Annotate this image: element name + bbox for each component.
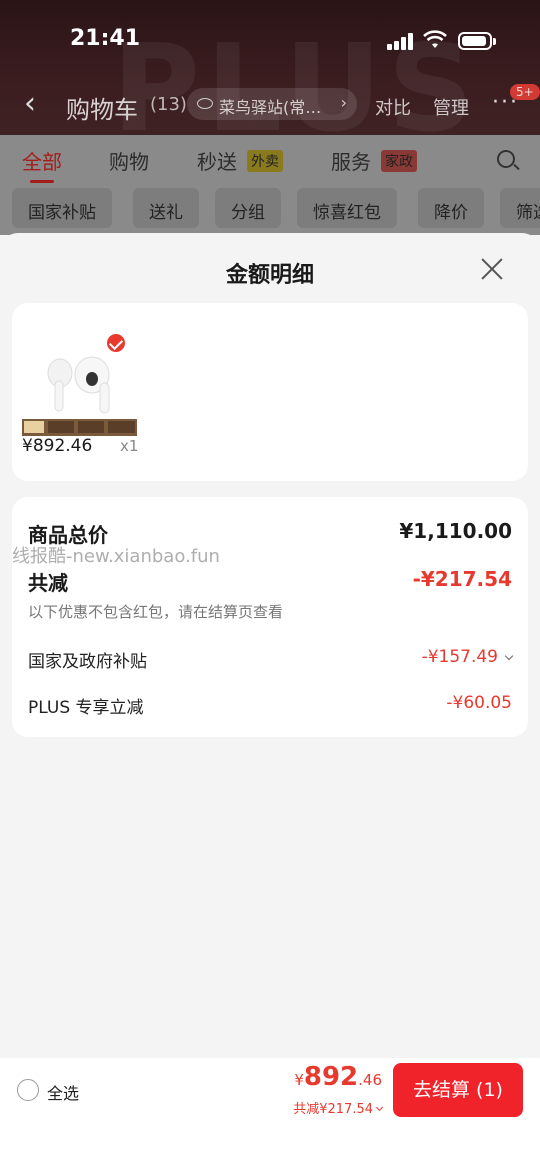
reduce-label: 共减 bbox=[28, 571, 68, 595]
reduce-value: -¥217.54 bbox=[412, 567, 512, 591]
cart-nav-bar: ‹ 购物车 (13) 菜鸟驿站(常… › 对比 管理 ··· 5+ bbox=[0, 82, 540, 128]
chip-national-subsidy[interactable]: 国家补贴 bbox=[12, 188, 112, 228]
total-value: ¥1,110.00 bbox=[399, 519, 512, 543]
chip-group[interactable]: 分组 bbox=[215, 188, 281, 228]
chip-gift[interactable]: 送礼 bbox=[133, 188, 199, 228]
chevron-down-icon bbox=[504, 651, 514, 661]
product-card: ¥892.46 x1 bbox=[12, 303, 528, 481]
wifi-icon bbox=[423, 30, 447, 48]
total-currency: ¥ bbox=[294, 1071, 304, 1089]
total-decimal: .46 bbox=[358, 1071, 382, 1089]
cart-count: (13) bbox=[150, 94, 187, 115]
saved-amount[interactable]: 共减¥217.54 bbox=[293, 1098, 384, 1117]
subsidy-value: -¥157.49 bbox=[421, 647, 498, 667]
total-integer: 892 bbox=[303, 1062, 359, 1092]
discount-note: 以下优惠不包含红包，请在结算页查看 bbox=[28, 603, 284, 621]
status-bar: 21:41 bbox=[0, 22, 540, 62]
status-time: 21:41 bbox=[70, 26, 141, 51]
tag-housekeeping: 家政 bbox=[381, 150, 417, 172]
close-icon[interactable] bbox=[478, 255, 506, 283]
selected-check-icon[interactable] bbox=[105, 332, 127, 354]
subsidy-label: 国家及政府补贴 bbox=[28, 652, 147, 672]
tab-shopping-label: 购物 bbox=[109, 150, 149, 174]
plus-discount-row: PLUS 专享立减 -¥60.05 bbox=[28, 693, 512, 718]
select-all-label[interactable]: 全选 bbox=[47, 1080, 79, 1104]
manage-button[interactable]: 管理 bbox=[433, 94, 469, 120]
select-all-radio[interactable] bbox=[17, 1079, 39, 1101]
subsidy-value-wrap: -¥157.49 bbox=[421, 647, 514, 667]
price-breakdown-card: 商品总价 ¥1,110.00 共减 -¥217.54 以下优惠不包含红包，请在结… bbox=[12, 497, 528, 737]
filter-chips: 国家补贴 送礼 分组 惊喜红包 降价 筛选 bbox=[0, 188, 540, 228]
checkout-button[interactable]: 去结算 (1) bbox=[393, 1063, 523, 1117]
back-icon[interactable]: ‹ bbox=[24, 86, 36, 121]
compare-button[interactable]: 对比 bbox=[375, 94, 411, 120]
plus-discount-value: -¥60.05 bbox=[446, 693, 512, 713]
total-price: ¥892.46 bbox=[294, 1062, 382, 1092]
sheet-title: 金额明细 bbox=[225, 263, 314, 288]
tab-all-label: 全部 bbox=[22, 150, 62, 174]
tab-active-indicator bbox=[30, 180, 54, 183]
product-quantity: x1 bbox=[120, 437, 139, 455]
page-title: 购物车 bbox=[66, 96, 138, 124]
site-watermark: 线报酷-new.xianbao.fun bbox=[12, 546, 220, 567]
chip-price-drop[interactable]: 降价 bbox=[418, 188, 484, 228]
signal-icon bbox=[387, 32, 415, 50]
header-background: PLUS 21:41 ‹ 购物车 (13) 菜鸟驿站(常… › 对比 管理 ··… bbox=[0, 0, 540, 135]
checkout-bar: 全选 ¥892.46 共减¥217.54 去结算 (1) bbox=[0, 1058, 540, 1122]
tab-shopping[interactable]: 购物 bbox=[109, 146, 149, 175]
delivery-address-selector[interactable]: 菜鸟驿站(常… › bbox=[187, 88, 357, 120]
cart-tabs: 全部 购物 秒送 外卖 服务 家政 bbox=[0, 140, 540, 183]
battery-icon bbox=[458, 32, 496, 50]
subsidy-row[interactable]: 国家及政府补贴 -¥157.49 bbox=[28, 647, 514, 672]
tab-all[interactable]: 全部 bbox=[22, 146, 62, 183]
chip-red-packet[interactable]: 惊喜红包 bbox=[297, 188, 397, 228]
search-icon[interactable] bbox=[497, 150, 515, 168]
tab-instant[interactable]: 秒送 bbox=[197, 146, 237, 175]
plus-discount-label: PLUS 专享立减 bbox=[28, 698, 144, 718]
chip-filter[interactable]: 筛选 bbox=[500, 188, 540, 228]
amount-detail-sheet: 金额明细 ¥892.46 x1 商品总价 ¥1,110.00 共减 -¥217.… bbox=[0, 233, 540, 1058]
product-price: ¥892.46 bbox=[22, 436, 93, 456]
tab-service-label: 服务 bbox=[331, 150, 371, 174]
message-badge: 5+ bbox=[510, 84, 540, 100]
station-label: 菜鸟驿站(常… bbox=[219, 98, 322, 117]
saved-amount-text: 共减¥217.54 bbox=[293, 1102, 373, 1117]
tab-service[interactable]: 服务 bbox=[331, 146, 371, 175]
eye-icon bbox=[197, 98, 213, 109]
chevron-down-icon bbox=[375, 1103, 384, 1112]
reduce-row: 共减 -¥217.54 bbox=[28, 567, 512, 596]
tag-takeout: 外卖 bbox=[247, 150, 283, 172]
home-indicator-area bbox=[0, 1122, 540, 1170]
tab-instant-label: 秒送 bbox=[197, 150, 237, 174]
chevron-right-icon: › bbox=[340, 93, 347, 112]
